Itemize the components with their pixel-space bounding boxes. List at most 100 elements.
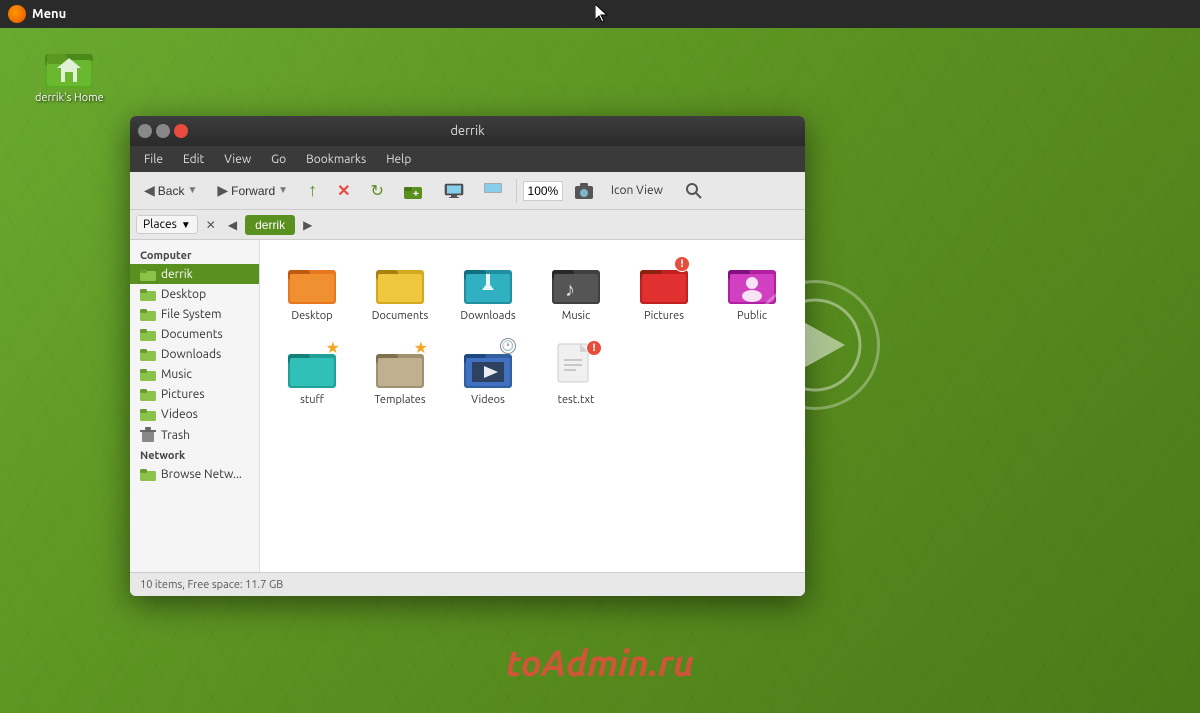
- addr-next-button[interactable]: ▶: [299, 216, 316, 234]
- file-item-testtxt[interactable]: ! test.txt: [536, 336, 616, 412]
- sidebar-item-derrik[interactable]: derrik: [130, 264, 259, 284]
- taskbar-menu[interactable]: Menu: [8, 5, 66, 23]
- desktop-home-icon[interactable]: derrik's Home: [35, 40, 104, 104]
- sidebar-item-videos[interactable]: Videos: [130, 404, 259, 424]
- zoom-input[interactable]: [523, 181, 563, 201]
- file-item-pictures[interactable]: ! Pictures: [624, 252, 704, 328]
- new-folder-icon: +: [404, 183, 424, 199]
- clock-badge-videos: 🕐: [500, 338, 516, 354]
- computer-icon: [444, 183, 464, 199]
- sidebar-label-videos: Videos: [161, 408, 198, 421]
- menu-file[interactable]: File: [136, 151, 171, 168]
- places-combo[interactable]: Places ▼: [136, 215, 198, 234]
- sidebar-item-downloads[interactable]: Downloads: [130, 344, 259, 364]
- desktop-icon-label: derrik's Home: [35, 92, 104, 104]
- file-item-stuff[interactable]: ★ stuff: [272, 336, 352, 412]
- file-item-videos[interactable]: 🕐 Videos: [448, 336, 528, 412]
- sidebar-item-filesystem[interactable]: File System: [130, 304, 259, 324]
- sidebar-label-network: Browse Netw...: [161, 468, 242, 481]
- window-buttons: [138, 124, 188, 138]
- file-item-templates[interactable]: ★ Templates: [360, 336, 440, 412]
- desktop-folder-icon: [288, 258, 336, 306]
- file-label-documents: Documents: [372, 310, 429, 322]
- file-label-templates: Templates: [374, 394, 425, 406]
- statusbar: 10 items, Free space: 11.7 GB: [130, 572, 805, 596]
- computer-button[interactable]: [436, 180, 472, 202]
- menu-edit[interactable]: Edit: [175, 151, 212, 168]
- sidebar-label-documents: Documents: [161, 328, 223, 341]
- sidebar-folder-icon-videos: [140, 407, 156, 421]
- places-dropdown-icon: ▼: [181, 219, 191, 231]
- file-item-documents[interactable]: Documents: [360, 252, 440, 328]
- file-label-videos: Videos: [471, 394, 505, 406]
- sidebar-folder-icon-derrik: [140, 267, 156, 281]
- star-badge-templates: ★: [414, 338, 428, 357]
- back-arrow-icon: ◀: [144, 182, 155, 199]
- window-title: derrik: [450, 124, 484, 138]
- videos-folder-icon: 🕐: [464, 342, 512, 390]
- addr-prev-button[interactable]: ◀: [224, 216, 241, 234]
- star-badge-stuff: ★: [326, 338, 340, 357]
- sidebar-folder-icon-documents: [140, 327, 156, 341]
- view-mode-label: Icon View: [605, 182, 669, 199]
- sidebar-item-documents[interactable]: Documents: [130, 324, 259, 344]
- menu-help[interactable]: Help: [378, 151, 419, 168]
- watermark-text: toAdmin.ru: [506, 642, 694, 683]
- sidebar: Computer derrik Desktop: [130, 240, 260, 572]
- sidebar-item-trash[interactable]: Trash: [130, 424, 259, 446]
- titlebar: derrik: [130, 116, 805, 146]
- error-badge-testtxt: !: [586, 340, 602, 356]
- menu-go[interactable]: Go: [263, 151, 294, 168]
- sidebar-item-pictures[interactable]: Pictures: [130, 384, 259, 404]
- close-button[interactable]: [174, 124, 188, 138]
- new-folder-button[interactable]: +: [396, 180, 432, 202]
- menu-view[interactable]: View: [216, 151, 259, 168]
- menu-bookmarks[interactable]: Bookmarks: [298, 151, 374, 168]
- network-button[interactable]: [476, 180, 510, 202]
- forward-label: Forward: [231, 184, 275, 198]
- file-label-music: Music: [562, 310, 590, 322]
- search-icon: [685, 182, 703, 200]
- toolbar-separator: [516, 179, 517, 203]
- maximize-button[interactable]: [156, 124, 170, 138]
- stop-button[interactable]: ✕: [329, 178, 358, 204]
- documents-folder-icon: [376, 258, 424, 306]
- back-button[interactable]: ◀ Back ▼: [136, 179, 205, 202]
- reload-button[interactable]: ↻: [362, 178, 391, 204]
- addr-close-button[interactable]: ✕: [202, 216, 220, 234]
- sidebar-section-network: Network: [130, 446, 259, 464]
- sidebar-item-network[interactable]: Browse Netw...: [130, 464, 259, 484]
- forward-button[interactable]: ▶ Forward ▼: [209, 179, 296, 202]
- sidebar-folder-icon-pictures: [140, 387, 156, 401]
- file-label-testtxt: test.txt: [558, 394, 595, 406]
- sidebar-item-music[interactable]: Music: [130, 364, 259, 384]
- forward-arrow-icon: ▶: [217, 182, 228, 199]
- file-item-downloads[interactable]: Downloads: [448, 252, 528, 328]
- home-folder-svg: [45, 40, 93, 88]
- svg-text:+: +: [413, 189, 419, 199]
- sidebar-label-pictures: Pictures: [161, 388, 205, 401]
- file-item-music[interactable]: ♪ Music: [536, 252, 616, 328]
- search-button[interactable]: [677, 179, 711, 203]
- camera-icon: [575, 183, 593, 199]
- back-dropdown-icon: ▼: [187, 185, 197, 196]
- network-icon: [484, 183, 502, 199]
- screenshot-button[interactable]: [567, 180, 601, 202]
- file-item-desktop[interactable]: Desktop: [272, 252, 352, 328]
- file-label-downloads: Downloads: [460, 310, 515, 322]
- up-button[interactable]: ↑: [300, 177, 325, 204]
- breadcrumb-derrik[interactable]: derrik: [245, 215, 295, 235]
- places-label: Places: [143, 218, 177, 231]
- file-label-desktop: Desktop: [291, 310, 332, 322]
- stuff-folder-icon: ★: [288, 342, 336, 390]
- sidebar-network-icon: [140, 467, 156, 481]
- minimize-button[interactable]: [138, 124, 152, 138]
- watermark: toAdmin.ru: [506, 642, 694, 683]
- menu-label: Menu: [32, 7, 66, 21]
- main-content: Computer derrik Desktop: [130, 240, 805, 572]
- sidebar-item-desktop[interactable]: Desktop: [130, 284, 259, 304]
- sidebar-folder-icon-downloads: [140, 347, 156, 361]
- error-badge-pictures: !: [674, 256, 690, 272]
- music-folder-icon: ♪: [552, 258, 600, 306]
- sidebar-label-downloads: Downloads: [161, 348, 221, 361]
